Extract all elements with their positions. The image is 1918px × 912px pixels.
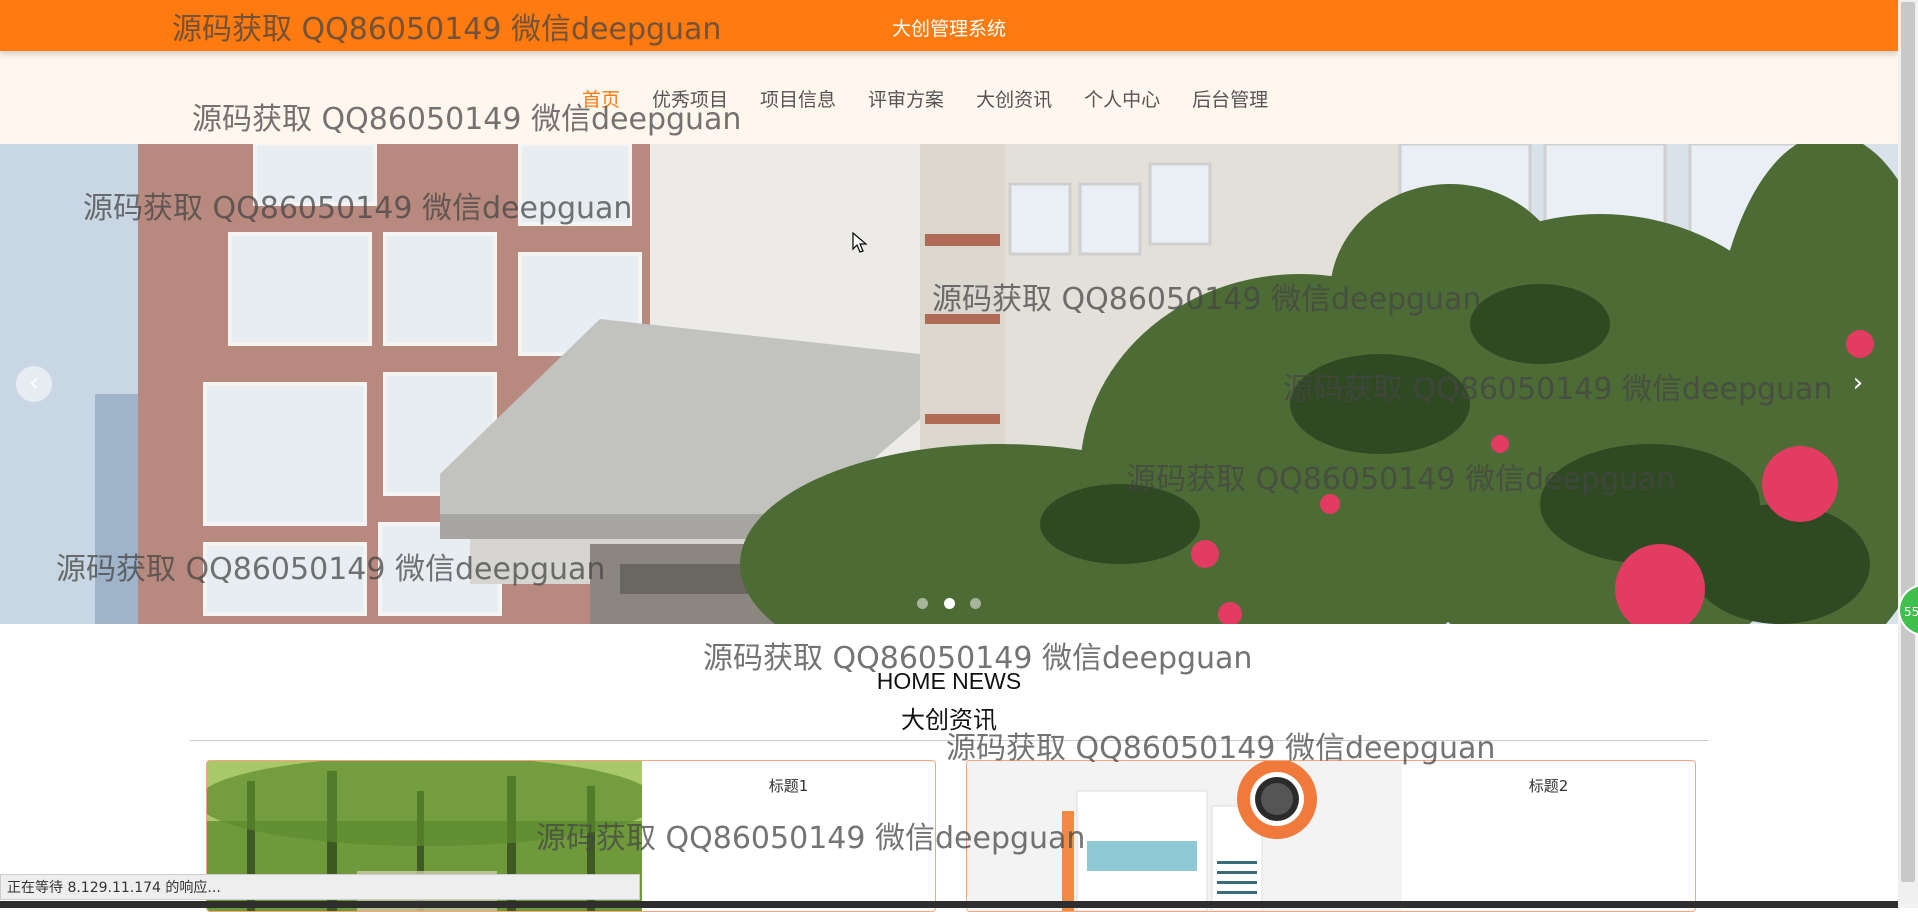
nav-menu: 首页 优秀项目 项目信息 评审方案 大创资讯 个人中心 后台管理 xyxy=(582,85,1300,112)
carousel-indicators xyxy=(0,594,1898,613)
main-navigation: 首页 优秀项目 项目信息 评审方案 大创资讯 个人中心 后台管理 xyxy=(0,51,1898,144)
mouse-cursor-icon xyxy=(852,232,868,253)
browser-status-bar: 正在等待 8.129.11.174 的响应... xyxy=(0,874,640,900)
news-card-image xyxy=(967,761,1402,911)
top-header: 大创管理系统 xyxy=(0,0,1898,51)
vertical-scrollbar[interactable] xyxy=(1898,0,1918,908)
scrollbar-thumb[interactable] xyxy=(1901,2,1915,882)
nav-item-personal-center[interactable]: 个人中心 xyxy=(1084,85,1160,112)
news-card-title: 标题1 xyxy=(768,777,809,795)
app-title: 大创管理系统 xyxy=(891,18,1006,40)
news-card[interactable]: 标题2 xyxy=(966,760,1696,912)
nav-item-review-plan[interactable]: 评审方案 xyxy=(868,85,944,112)
nav-item-project-info[interactable]: 项目信息 xyxy=(760,85,836,112)
horizontal-scrollbar[interactable] xyxy=(0,901,1898,908)
news-section-title-cn: 大创资讯 xyxy=(901,706,997,734)
carousel-dot[interactable] xyxy=(917,598,929,609)
news-card-title: 标题2 xyxy=(1528,777,1569,795)
section-divider xyxy=(190,740,1708,741)
nav-item-home[interactable]: 首页 xyxy=(582,85,620,112)
carousel-prev-button[interactable]: ‹ xyxy=(16,366,52,402)
carousel-dot[interactable] xyxy=(943,598,955,609)
banner-image xyxy=(0,144,1898,624)
nav-item-news[interactable]: 大创资讯 xyxy=(976,85,1052,112)
carousel-next-button[interactable]: › xyxy=(1840,366,1876,402)
nav-item-admin[interactable]: 后台管理 xyxy=(1192,85,1268,112)
nav-item-excellent-projects[interactable]: 优秀项目 xyxy=(652,85,728,112)
banner-carousel[interactable] xyxy=(0,144,1898,624)
news-section-title-en: HOME NEWS xyxy=(876,668,1022,694)
carousel-dot[interactable] xyxy=(969,598,981,609)
